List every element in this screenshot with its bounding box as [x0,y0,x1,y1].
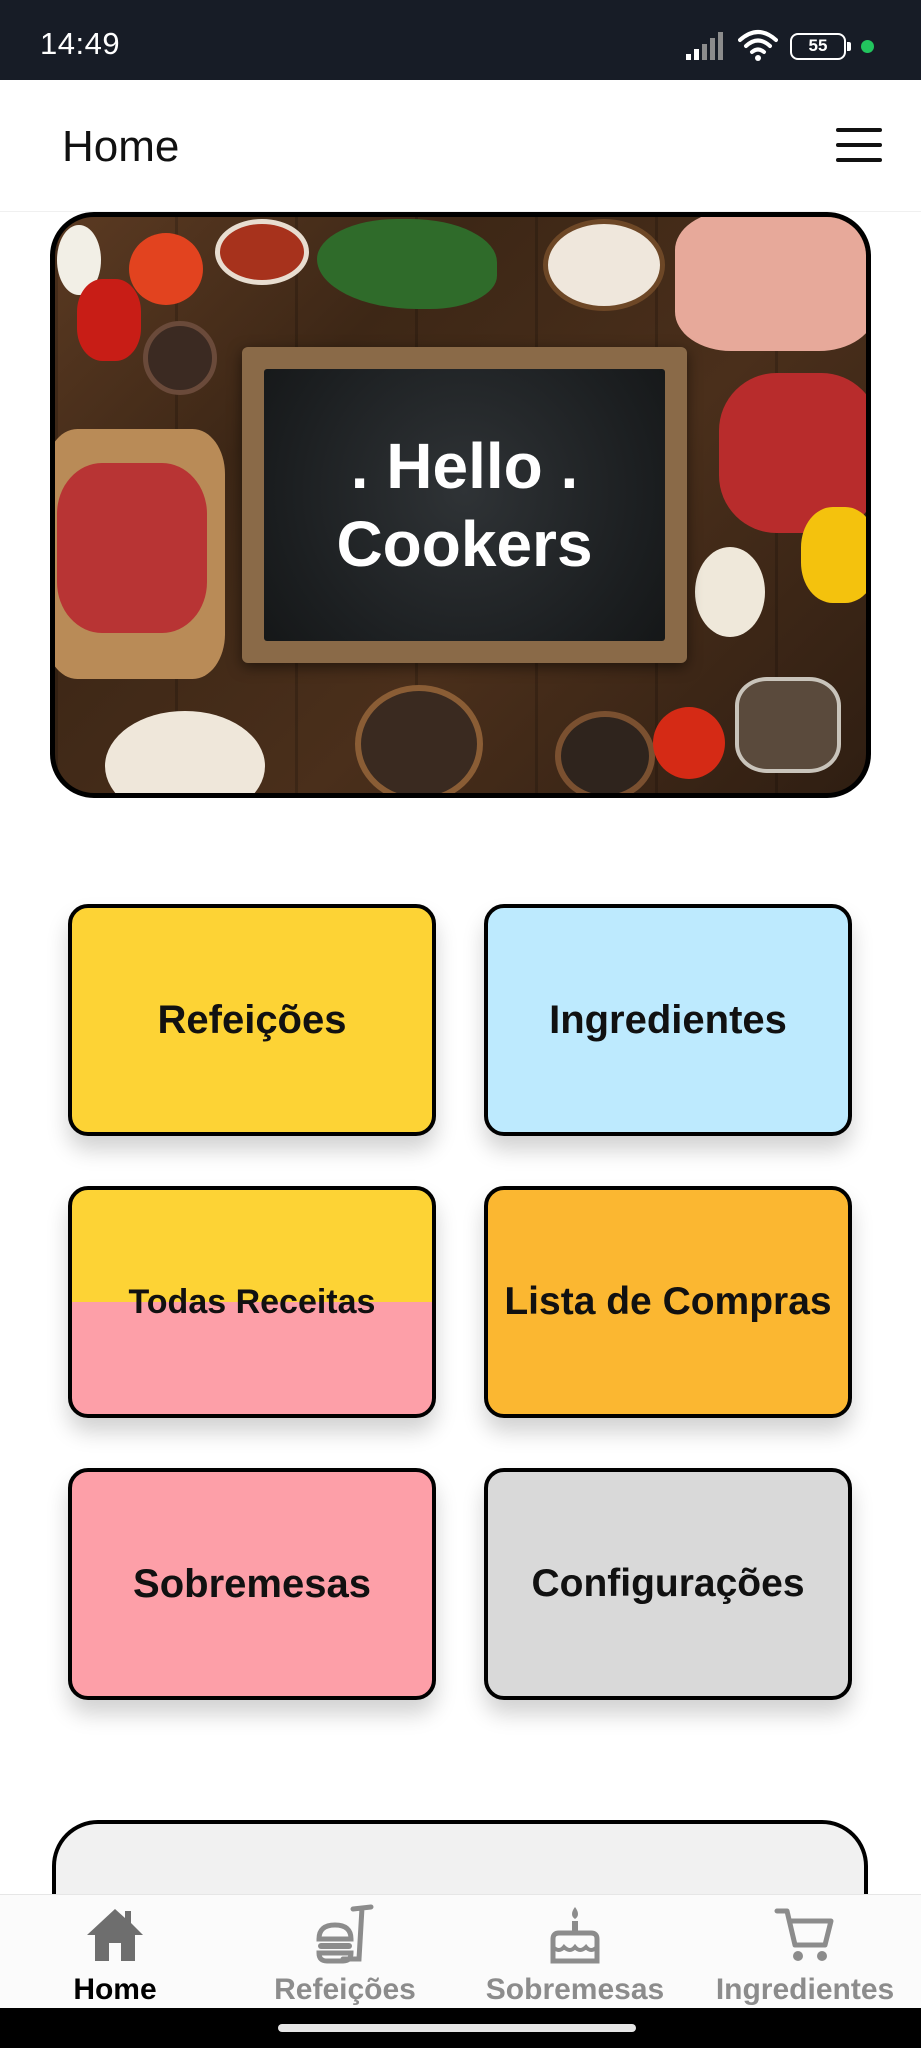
bottom-navigation: Home Refeições Sobremesas Ingredientes [0,1894,921,2008]
peppercorn-bowl-bottom-decoration [355,685,483,793]
nav-label: Refeições [274,1973,416,2006]
nav-label: Ingredientes [715,1973,895,2006]
spice-bowl-decoration [215,219,309,285]
privacy-dot-indicator [861,40,874,53]
tomato-decoration [129,233,203,305]
tile-sobremesas[interactable]: Sobremesas [68,1468,436,1700]
tile-configuracoes[interactable]: Configurações [484,1468,852,1700]
peppercorn-bowl-decoration [143,321,217,395]
chalkboard-frame: . Hello . Cookers [242,347,687,663]
tile-label: Sobremesas [133,1561,371,1606]
mushroom-bowl-decoration [543,219,665,311]
home-icon [87,1909,143,1961]
nav-ingredientes[interactable]: Ingredientes [690,1895,920,2009]
nav-home[interactable]: Home [0,1895,230,2009]
tile-label: Refeições [157,997,347,1042]
yellow-pepper-decoration [801,507,866,603]
tile-lista-de-compras[interactable]: Lista de Compras [484,1186,852,1418]
page-title: Home [62,122,180,171]
cart-icon [774,1908,834,1961]
tile-label: Todas Receitas [128,1282,376,1321]
tile-label: Lista de Compras [504,1280,832,1323]
tile-refeicoes[interactable]: Refeições [68,904,436,1136]
chalkboard: . Hello . Cookers [264,369,665,641]
gesture-bar [0,2008,921,2048]
home-indicator[interactable] [278,2024,636,2032]
steak-board-decoration [57,463,207,633]
status-bar: 14:49 55 [0,0,921,80]
spice-bowl-bottom-decoration [555,711,655,793]
fastfood-icon [316,1904,374,1964]
battery-indicator: 55 [790,33,851,60]
nav-refeicoes[interactable]: Refeições [230,1895,460,2009]
hero-banner: . Hello . Cookers [50,212,871,798]
cake-icon [550,1907,600,1964]
nav-sobremesas[interactable]: Sobremesas [460,1895,690,2009]
raw-meat-decoration [675,217,866,351]
tile-label: Configurações [531,1562,805,1605]
spice-jar-decoration [735,677,841,773]
hamburger-menu-icon[interactable] [836,128,882,164]
status-time: 14:49 [40,26,121,61]
nav-label: Sobremesas [485,1973,665,2006]
nav-label: Home [73,1973,157,2006]
bell-pepper-decoration [77,279,141,361]
tile-ingredientes[interactable]: Ingredientes [484,904,852,1136]
hero-greeting: . Hello . Cookers [336,430,593,580]
tile-todas-receitas[interactable]: Todas Receitas [68,1186,436,1418]
garlic-cloves-decoration [695,547,765,637]
tomato-bottom-decoration [653,707,725,779]
tile-label: Ingredientes [549,997,787,1042]
app-bar: Home [0,80,921,212]
wifi-icon [738,30,778,61]
signal-icon [686,32,723,60]
